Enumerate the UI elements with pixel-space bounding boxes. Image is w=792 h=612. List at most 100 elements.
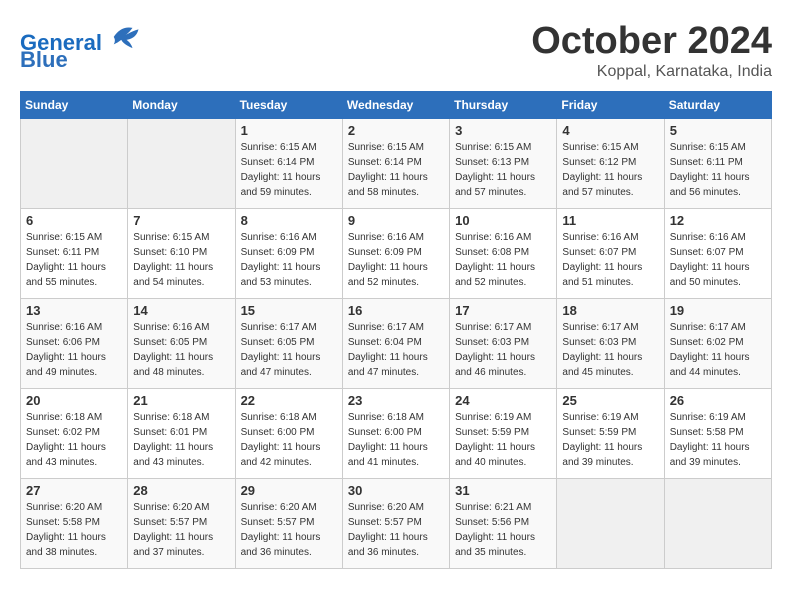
day-number: 4 bbox=[562, 123, 658, 138]
calendar-cell: 21 Sunrise: 6:18 AM Sunset: 6:01 PM Dayli… bbox=[128, 389, 235, 479]
day-of-week-header: Tuesday bbox=[235, 92, 342, 119]
day-number: 20 bbox=[26, 393, 122, 408]
day-info: Sunrise: 6:15 AM Sunset: 6:14 PM Dayligh… bbox=[241, 140, 337, 200]
day-number: 9 bbox=[348, 213, 444, 228]
calendar-cell: 15Sunrise: 6:17 AM Sunset: 6:05 PM Dayli… bbox=[235, 299, 342, 389]
day-number: 22 bbox=[241, 393, 337, 408]
day-info: Sunrise: 6:16 AM Sunset: 6:06 PM Dayligh… bbox=[26, 320, 122, 380]
calendar-cell: 29 Sunrise: 6:20 AM Sunset: 5:57 PM Dayli… bbox=[235, 479, 342, 569]
calendar-cell: 13 Sunrise: 6:16 AM Sunset: 6:06 PM Dayli… bbox=[21, 299, 128, 389]
day-number: 8 bbox=[241, 213, 337, 228]
day-number: 30 bbox=[348, 483, 444, 498]
day-info: Sunrise: 6:15 AM Sunset: 6:12 PM Dayligh… bbox=[562, 140, 658, 200]
day-number: 19 bbox=[670, 303, 766, 318]
day-number: 26 bbox=[670, 393, 766, 408]
day-info: Sunrise: 6:17 AM Sunset: 6:03 PM Dayligh… bbox=[455, 320, 551, 380]
calendar-cell: 25Sunrise: 6:19 AM Sunset: 5:59 PM Dayli… bbox=[557, 389, 664, 479]
day-info: Sunrise: 6:19 AM Sunset: 5:58 PM Dayligh… bbox=[670, 410, 766, 470]
calendar-cell: 14 Sunrise: 6:16 AM Sunset: 6:05 PM Dayli… bbox=[128, 299, 235, 389]
day-info: Sunrise: 6:15 AM Sunset: 6:11 PM Dayligh… bbox=[26, 230, 122, 290]
calendar-cell: 5 Sunrise: 6:15 AM Sunset: 6:11 PM Daylig… bbox=[664, 119, 771, 209]
calendar-cell: 3 Sunrise: 6:15 AM Sunset: 6:13 PM Daylig… bbox=[450, 119, 557, 209]
day-info: Sunrise: 6:15 AM Sunset: 6:13 PM Dayligh… bbox=[455, 140, 551, 200]
calendar-cell: 22 Sunrise: 6:18 AM Sunset: 6:00 PM Dayli… bbox=[235, 389, 342, 479]
day-number: 15 bbox=[241, 303, 337, 318]
calendar-week-row: 6 Sunrise: 6:15 AM Sunset: 6:11 PM Daylig… bbox=[21, 209, 772, 299]
day-info: Sunrise: 6:15 AM Sunset: 6:11 PM Dayligh… bbox=[670, 140, 766, 200]
day-number: 7 bbox=[133, 213, 229, 228]
day-info: Sunrise: 6:15 AM Sunset: 6:10 PM Dayligh… bbox=[133, 230, 229, 290]
day-info: Sunrise: 6:16 AM Sunset: 6:05 PM Dayligh… bbox=[133, 320, 229, 380]
calendar-cell bbox=[21, 119, 128, 209]
calendar-week-row: 13 Sunrise: 6:16 AM Sunset: 6:06 PM Dayli… bbox=[21, 299, 772, 389]
day-info: Sunrise: 6:20 AM Sunset: 5:57 PM Dayligh… bbox=[241, 500, 337, 560]
day-number: 2 bbox=[348, 123, 444, 138]
day-number: 3 bbox=[455, 123, 551, 138]
day-info: Sunrise: 6:20 AM Sunset: 5:58 PM Dayligh… bbox=[26, 500, 122, 560]
day-info: Sunrise: 6:16 AM Sunset: 6:09 PM Dayligh… bbox=[348, 230, 444, 290]
day-info: Sunrise: 6:19 AM Sunset: 5:59 PM Dayligh… bbox=[455, 410, 551, 470]
day-info: Sunrise: 6:18 AM Sunset: 6:00 PM Dayligh… bbox=[348, 410, 444, 470]
calendar-cell: 10Sunrise: 6:16 AM Sunset: 6:08 PM Dayli… bbox=[450, 209, 557, 299]
day-of-week-header: Monday bbox=[128, 92, 235, 119]
calendar-cell bbox=[557, 479, 664, 569]
day-number: 31 bbox=[455, 483, 551, 498]
day-number: 14 bbox=[133, 303, 229, 318]
month-title: October 2024 bbox=[531, 20, 772, 63]
calendar-cell: 20 Sunrise: 6:18 AM Sunset: 6:02 PM Dayli… bbox=[21, 389, 128, 479]
calendar-cell bbox=[128, 119, 235, 209]
day-number: 13 bbox=[26, 303, 122, 318]
day-number: 6 bbox=[26, 213, 122, 228]
day-of-week-header: Wednesday bbox=[342, 92, 449, 119]
calendar-cell: 4 Sunrise: 6:15 AM Sunset: 6:12 PM Daylig… bbox=[557, 119, 664, 209]
title-section: October 2024 Koppal, Karnataka, India bbox=[531, 20, 772, 81]
calendar-week-row: 1 Sunrise: 6:15 AM Sunset: 6:14 PM Daylig… bbox=[21, 119, 772, 209]
day-info: Sunrise: 6:17 AM Sunset: 6:03 PM Dayligh… bbox=[562, 320, 658, 380]
calendar-cell: 7 Sunrise: 6:15 AM Sunset: 6:10 PM Daylig… bbox=[128, 209, 235, 299]
day-info: Sunrise: 6:19 AM Sunset: 5:59 PM Dayligh… bbox=[562, 410, 658, 470]
page-header: General Blue October 2024 Koppal, Karnat… bbox=[20, 20, 772, 81]
day-number: 29 bbox=[241, 483, 337, 498]
day-number: 24 bbox=[455, 393, 551, 408]
day-info: Sunrise: 6:15 AM Sunset: 6:14 PM Dayligh… bbox=[348, 140, 444, 200]
day-number: 28 bbox=[133, 483, 229, 498]
calendar-cell: 9 Sunrise: 6:16 AM Sunset: 6:09 PM Daylig… bbox=[342, 209, 449, 299]
day-info: Sunrise: 6:16 AM Sunset: 6:07 PM Dayligh… bbox=[670, 230, 766, 290]
logo-bird-icon bbox=[110, 20, 140, 50]
calendar-cell: 11Sunrise: 6:16 AM Sunset: 6:07 PM Dayli… bbox=[557, 209, 664, 299]
calendar-cell: 1 Sunrise: 6:15 AM Sunset: 6:14 PM Daylig… bbox=[235, 119, 342, 209]
logo: General Blue bbox=[20, 20, 140, 73]
calendar-week-row: 27 Sunrise: 6:20 AM Sunset: 5:58 PM Dayli… bbox=[21, 479, 772, 569]
day-info: Sunrise: 6:18 AM Sunset: 6:02 PM Dayligh… bbox=[26, 410, 122, 470]
calendar-cell: 12Sunrise: 6:16 AM Sunset: 6:07 PM Dayli… bbox=[664, 209, 771, 299]
calendar-cell: 8 Sunrise: 6:16 AM Sunset: 6:09 PM Daylig… bbox=[235, 209, 342, 299]
day-number: 5 bbox=[670, 123, 766, 138]
day-info: Sunrise: 6:18 AM Sunset: 6:01 PM Dayligh… bbox=[133, 410, 229, 470]
day-info: Sunrise: 6:18 AM Sunset: 6:00 PM Dayligh… bbox=[241, 410, 337, 470]
day-info: Sunrise: 6:16 AM Sunset: 6:08 PM Dayligh… bbox=[455, 230, 551, 290]
day-info: Sunrise: 6:20 AM Sunset: 5:57 PM Dayligh… bbox=[133, 500, 229, 560]
calendar-cell: 27 Sunrise: 6:20 AM Sunset: 5:58 PM Dayli… bbox=[21, 479, 128, 569]
calendar-cell: 18 Sunrise: 6:17 AM Sunset: 6:03 PM Dayli… bbox=[557, 299, 664, 389]
calendar-cell: 23Sunrise: 6:18 AM Sunset: 6:00 PM Dayli… bbox=[342, 389, 449, 479]
day-info: Sunrise: 6:17 AM Sunset: 6:02 PM Dayligh… bbox=[670, 320, 766, 380]
day-info: Sunrise: 6:17 AM Sunset: 6:04 PM Dayligh… bbox=[348, 320, 444, 380]
day-info: Sunrise: 6:21 AM Sunset: 5:56 PM Dayligh… bbox=[455, 500, 551, 560]
day-of-week-header: Thursday bbox=[450, 92, 557, 119]
day-number: 27 bbox=[26, 483, 122, 498]
day-number: 1 bbox=[241, 123, 337, 138]
calendar-cell: 31 Sunrise: 6:21 AM Sunset: 5:56 PM Dayli… bbox=[450, 479, 557, 569]
calendar-cell: 6 Sunrise: 6:15 AM Sunset: 6:11 PM Daylig… bbox=[21, 209, 128, 299]
calendar-cell: 28 Sunrise: 6:20 AM Sunset: 5:57 PM Dayli… bbox=[128, 479, 235, 569]
day-info: Sunrise: 6:16 AM Sunset: 6:09 PM Dayligh… bbox=[241, 230, 337, 290]
day-info: Sunrise: 6:20 AM Sunset: 5:57 PM Dayligh… bbox=[348, 500, 444, 560]
calendar-table: SundayMondayTuesdayWednesdayThursdayFrid… bbox=[20, 91, 772, 569]
location: Koppal, Karnataka, India bbox=[531, 63, 772, 81]
calendar-cell: 17Sunrise: 6:17 AM Sunset: 6:03 PM Dayli… bbox=[450, 299, 557, 389]
day-number: 21 bbox=[133, 393, 229, 408]
calendar-cell: 26 Sunrise: 6:19 AM Sunset: 5:58 PM Dayli… bbox=[664, 389, 771, 479]
calendar-cell: 2 Sunrise: 6:15 AM Sunset: 6:14 PM Daylig… bbox=[342, 119, 449, 209]
day-number: 18 bbox=[562, 303, 658, 318]
day-of-week-header: Saturday bbox=[664, 92, 771, 119]
day-of-week-header: Friday bbox=[557, 92, 664, 119]
